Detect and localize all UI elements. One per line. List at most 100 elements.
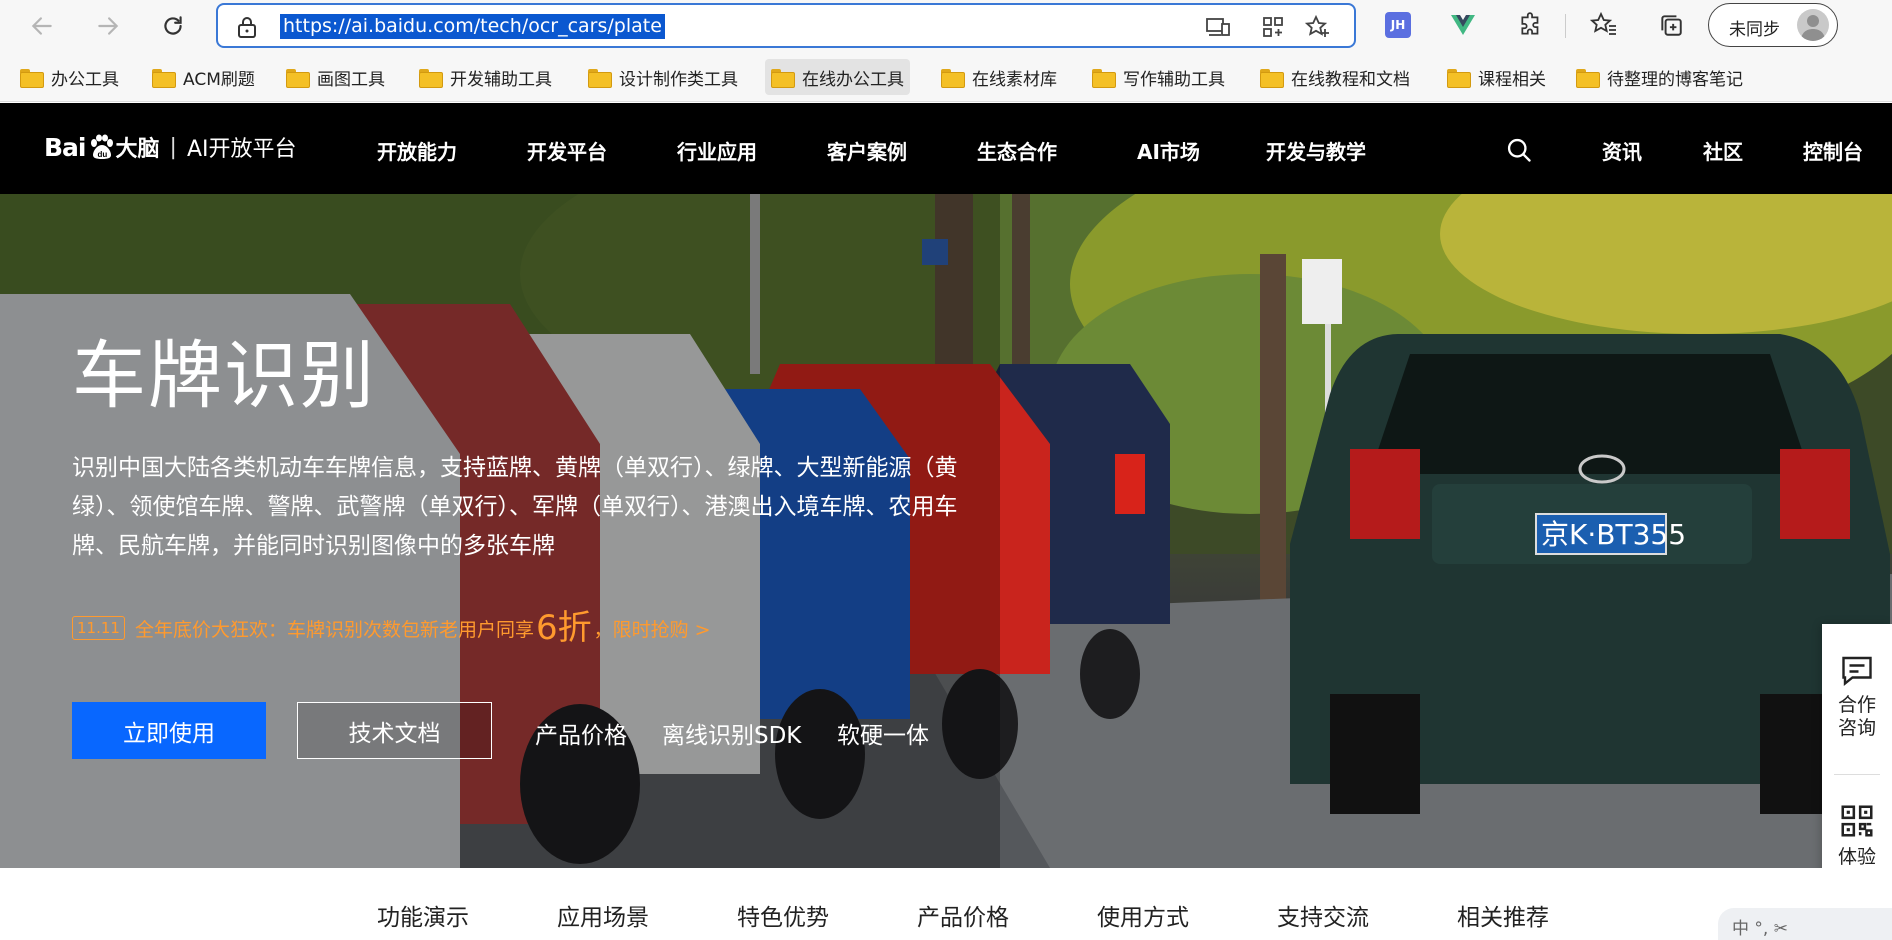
nav-customer-cases[interactable]: 客户案例 [827,136,907,165]
folder-icon [1447,68,1471,88]
folder-icon [286,68,310,88]
folder-icon [419,68,443,88]
puzzle-icon [1521,12,1539,35]
license-plate-text: 京K·BT355 [1541,518,1686,551]
address-bar[interactable]: https://ai.baidu.com/tech/ocr_cars/plate [216,3,1356,48]
nav-industry-apps[interactable]: 行业应用 [677,136,757,165]
bookmark-folder[interactable]: 画图工具 [280,59,391,95]
tab-pricing[interactable]: 产品价格 [917,898,1009,932]
offline-sdk-link[interactable]: 离线识别SDK [662,716,801,750]
product-price-link[interactable]: 产品价格 [535,716,627,750]
hero-description: 识别中国大陆各类机动车车牌信息，支持蓝牌、黄牌（单双行）、绿牌、大型新能源（黄绿… [72,455,958,559]
use-now-button[interactable]: 立即使用 [72,702,266,759]
profile-sync-button[interactable]: 未同步 [1708,3,1838,47]
toolbar-divider [1565,14,1566,38]
bookmark-folder-active[interactable]: 在线办公工具 [765,59,910,95]
jh-extension-icon: JH [1385,12,1411,38]
add-favorite-icon[interactable] [1305,15,1331,39]
promo-discount: 6折 [535,608,592,648]
hardware-link[interactable]: 软硬一体 [837,716,929,750]
floating-side-panel: 合作 咨询 体验 AI [1822,624,1892,904]
user-avatar-icon [1801,15,1825,41]
url-text[interactable]: https://ai.baidu.com/tech/ocr_cars/plate [280,14,665,39]
folder-icon [1092,68,1116,88]
bookmark-folder[interactable]: 设计制作类工具 [582,59,744,95]
bookmark-folder[interactable]: 开发辅助工具 [413,59,558,95]
logo-separator: | [169,134,177,160]
reload-button[interactable] [155,8,191,44]
consult-button[interactable]: 合作 咨询 [1822,652,1892,740]
extension-vue[interactable] [1448,10,1478,40]
hero-banner: 京K·BT355 车牌识别 识别中国大陆各类机动车车牌信息，支持蓝牌、黄牌（单双… [0,194,1892,868]
collections-button[interactable] [1656,10,1686,40]
consult-label-line1: 合作 [1837,694,1876,716]
input-method-widget[interactable]: 中 °, ✂ [1718,908,1892,940]
tab-recommendations[interactable]: 相关推荐 [1457,898,1549,932]
nav-open-capabilities[interactable]: 开放能力 [377,136,457,165]
consult-label-line2: 咨询 [1837,717,1876,739]
collections-icon [1661,15,1682,36]
logo-brain-text: 大脑 [115,137,160,162]
bookmark-folder[interactable]: 在线素材库 [935,59,1063,95]
search-icon[interactable] [1505,136,1533,164]
bookmark-folder[interactable]: 课程相关 [1441,59,1552,95]
favorites-button[interactable] [1589,10,1619,40]
folder-icon [20,68,44,88]
bookmark-folder[interactable]: 在线教程和文档 [1254,59,1416,95]
tab-advantages[interactable]: 特色优势 [737,898,829,932]
nav-ai-market[interactable]: AI市场 [1137,136,1200,165]
bookmarks-bar: 办公工具 ACM刷题 画图工具 开发辅助工具 设计制作类工具 在线办公工具 在线… [0,52,1892,102]
forward-arrow-icon [98,17,119,35]
promo-banner[interactable]: 11.11 全年底价大狂欢：车牌识别次数包新老用户同享 6折 ，限时抢购 > [72,610,711,646]
tab-usage[interactable]: 使用方式 [1097,898,1189,932]
promo-text: 全年底价大狂欢：车牌识别次数包新老用户同享 [134,618,534,641]
logo-platform-text: AI开放平台 [186,137,297,162]
qr-code-icon [1841,805,1873,837]
side-panel-divider [1834,774,1880,775]
nav-dev-teaching[interactable]: 开发与教学 [1266,136,1366,165]
nav-ecosystem[interactable]: 生态合作 [977,136,1057,165]
extensions-button[interactable] [1516,10,1546,40]
tab-scenarios[interactable]: 应用场景 [557,898,649,932]
chat-message-icon [1842,656,1872,686]
tab-demo[interactable]: 功能演示 [377,898,469,932]
browser-toolbar: https://ai.baidu.com/tech/ocr_cars/plate… [0,0,1892,52]
svg-text:du: du [97,150,107,159]
logo-bai-text: Bai [44,132,86,162]
folder-icon [771,68,795,88]
tab-support[interactable]: 支持交流 [1277,898,1369,932]
baidu-ai-logo[interactable]: Bai du 大脑 | AI开放平台 [44,127,296,167]
promo-tag: 11.11 [72,616,125,640]
reload-icon [164,16,182,35]
folder-icon [152,68,176,88]
lock-icon[interactable] [236,15,258,39]
back-button[interactable] [24,8,60,44]
try-ai-label-line1: 体验 [1837,846,1876,868]
avatar [1797,9,1829,41]
section-tab-bar: 功能演示 应用场景 特色优势 产品价格 使用方式 支持交流 相关推荐 [0,868,1892,940]
extension-jh[interactable]: JH [1383,10,1413,40]
folder-icon [1576,68,1600,88]
baidu-paw-icon: du [90,134,113,159]
forward-button[interactable] [90,8,126,44]
bookmark-folder[interactable]: 写作辅助工具 [1086,59,1231,95]
nav-dev-platform[interactable]: 开发平台 [527,136,607,165]
nav-community[interactable]: 社区 [1703,136,1743,165]
folder-icon [1260,68,1284,88]
device-icon[interactable] [1205,15,1231,39]
bookmark-folder[interactable]: 办公工具 [14,59,125,95]
back-arrow-icon [31,17,52,35]
nav-news[interactable]: 资讯 [1602,136,1642,165]
apps-grid-icon[interactable] [1261,15,1285,39]
vue-icon [1451,15,1475,35]
bookmark-folder[interactable]: 待整理的博客笔记 [1570,59,1749,95]
promo-link[interactable]: ，限时抢购 > [594,615,711,642]
folder-icon [588,68,612,88]
sync-status-label: 未同步 [1729,20,1780,40]
tech-docs-button[interactable]: 技术文档 [297,702,492,759]
page-title: 车牌识别 [72,333,376,419]
site-header: Bai du 大脑 | AI开放平台 开放能力 开发平台 行业应用 客户案例 生… [0,103,1892,194]
nav-console[interactable]: 控制台 [1803,136,1863,165]
bookmark-folder[interactable]: ACM刷题 [146,59,261,95]
folder-icon [941,68,965,88]
